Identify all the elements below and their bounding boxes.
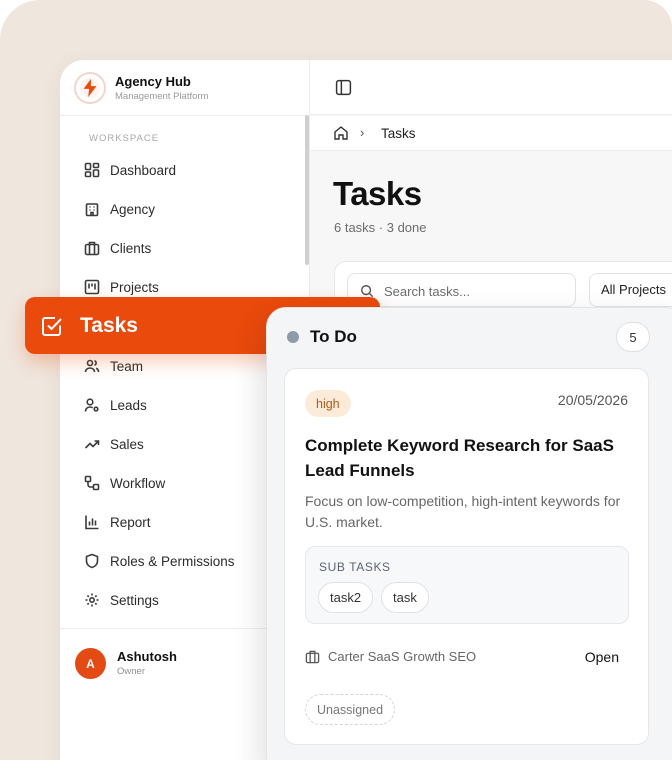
breadcrumb: › Tasks	[310, 116, 672, 151]
sidebar-item-agency[interactable]: Agency	[84, 197, 155, 221]
sidebar-item-settings[interactable]: Settings	[84, 588, 159, 612]
briefcase-icon	[305, 650, 320, 664]
shield-icon	[85, 553, 99, 569]
sidebar-item-label: Roles & Permissions	[110, 553, 235, 569]
sidebar-item-label: Projects	[110, 279, 159, 295]
task-card[interactable]: high 20/05/2026 Complete Keyword Researc…	[284, 368, 649, 745]
priority-badge: high	[305, 390, 351, 417]
sidebar-item-report[interactable]: Report	[84, 510, 151, 534]
sidebar-toggle-icon[interactable]	[335, 79, 352, 96]
sidebar-item-label: Clients	[110, 240, 152, 256]
sidebar-item-workflow[interactable]: Workflow	[84, 471, 165, 495]
sidebar-item-clients[interactable]: Clients	[84, 236, 151, 260]
dashboard-icon	[84, 162, 100, 178]
subtask-chip[interactable]: task2	[318, 582, 374, 613]
sidebar-item-label: Tasks	[80, 313, 138, 337]
breadcrumb-current: Tasks	[381, 126, 416, 141]
column-title: To Do	[310, 327, 357, 346]
status-label[interactable]: Open	[585, 649, 619, 665]
sidebar-item-label: Settings	[110, 592, 159, 608]
client-info: Carter SaaS Growth SEO	[305, 649, 476, 664]
due-date: 20/05/2026	[557, 392, 628, 408]
building-icon	[85, 203, 99, 217]
chevron-right-icon: ›	[360, 125, 365, 140]
task-description: Focus on low-competition, high-intent ke…	[305, 493, 621, 530]
divider	[60, 115, 310, 116]
brand-subtitle: Management Platform	[115, 90, 209, 102]
sidebar-item-projects[interactable]: Projects	[84, 275, 159, 299]
user-name: Ashutosh	[117, 649, 177, 664]
sidebar-item-label: Leads	[110, 397, 147, 413]
sidebar-item-roles-permissions[interactable]: Roles & Permissions	[84, 549, 235, 573]
sidebar-item-sales[interactable]: Sales	[84, 432, 144, 456]
task-title[interactable]: Complete Keyword Research for SaaS Lead …	[305, 433, 635, 483]
status-dot	[287, 331, 299, 343]
sidebar-item-label: Team	[110, 358, 144, 374]
brand-name: Agency Hub	[115, 73, 191, 89]
kanban-icon	[84, 279, 100, 295]
search-input[interactable]	[384, 281, 564, 301]
search-icon	[361, 285, 374, 298]
section-label: WORKSPACE	[89, 133, 160, 144]
workflow-icon	[84, 475, 100, 491]
sidebar-item-team[interactable]: Team	[84, 354, 143, 378]
avatar: A	[75, 648, 106, 679]
trending-up-icon	[84, 440, 100, 449]
sidebar-item-label: Sales	[110, 436, 144, 452]
sidebar-item-label: Agency	[110, 201, 156, 217]
bar-chart-icon	[85, 515, 99, 530]
column-count-badge: 5	[616, 322, 650, 352]
subtasks-panel: SUB TASKS task2 task	[305, 546, 629, 624]
brand[interactable]: Agency Hub Management Platform	[74, 72, 208, 104]
user-cog-icon	[84, 398, 99, 412]
user-role: Owner	[117, 666, 145, 677]
gear-icon	[85, 593, 99, 607]
sidebar-item-label: Dashboard	[110, 162, 177, 178]
assignee-badge[interactable]: Unassigned	[305, 694, 396, 725]
page-title: Tasks	[333, 175, 422, 212]
page-subtitle: 6 tasks · 3 done	[334, 220, 427, 235]
subtasks-label: SUB TASKS	[319, 560, 391, 574]
sidebar-item-label: Report	[110, 514, 151, 530]
home-icon[interactable]	[333, 125, 349, 141]
checkbox-icon	[42, 316, 62, 336]
subtask-chip[interactable]: task	[381, 582, 429, 613]
sidebar-item-label: Workflow	[110, 475, 166, 491]
topbar	[310, 60, 672, 115]
sidebar-scrollbar[interactable]	[305, 115, 309, 265]
project-filter-select[interactable]: All Projects	[589, 273, 672, 307]
sidebar-item-dashboard[interactable]: Dashboard	[84, 158, 176, 182]
kanban-column-todo: To Do 5 high 20/05/2026 Complete Keyword…	[266, 307, 672, 760]
client-name: Carter SaaS Growth SEO	[328, 649, 477, 664]
lightning-logo-icon	[74, 72, 106, 104]
user-profile[interactable]: A Ashutosh Owner	[75, 648, 177, 679]
search-box	[347, 273, 576, 307]
sidebar-item-leads[interactable]: Leads	[84, 393, 147, 417]
briefcase-icon	[84, 241, 100, 256]
users-icon	[84, 359, 100, 373]
